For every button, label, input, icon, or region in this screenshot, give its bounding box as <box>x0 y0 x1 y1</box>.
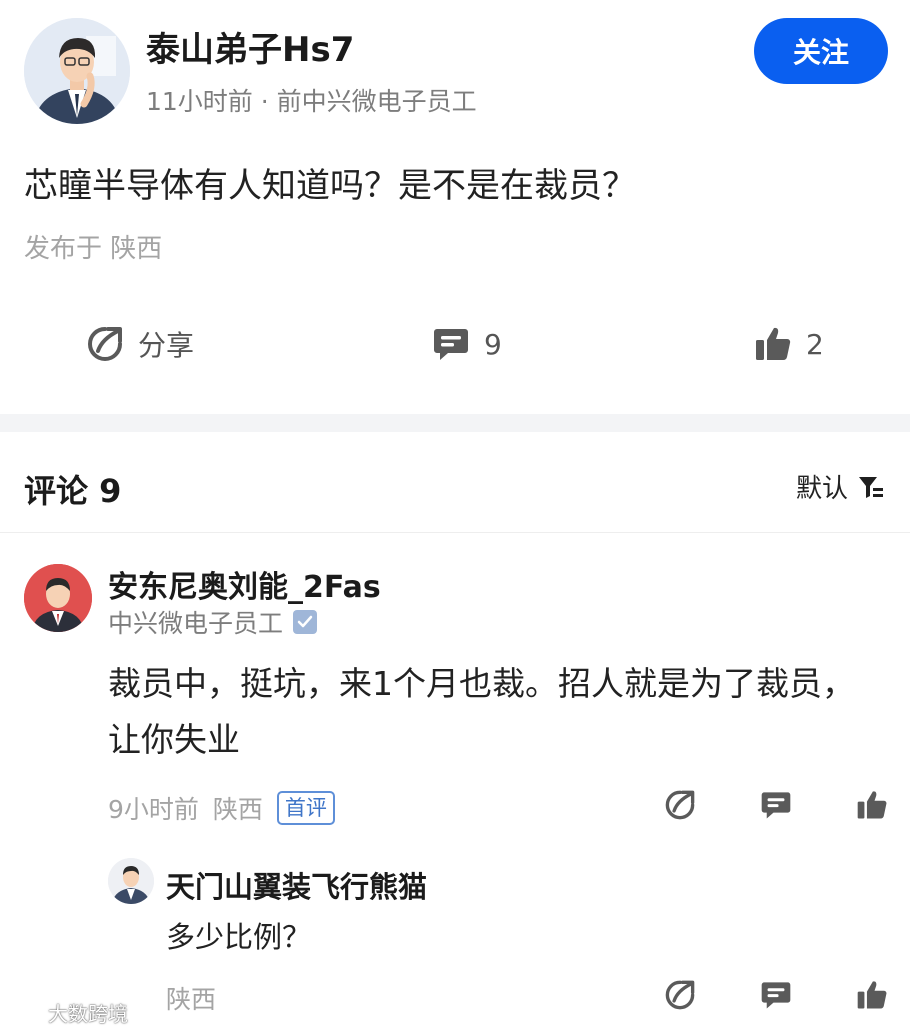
comment-icon <box>761 982 791 1009</box>
header-separator <box>0 532 910 533</box>
sort-dropdown[interactable]: 默认 <box>796 468 884 505</box>
comment-icon <box>761 792 791 819</box>
commenter-name[interactable]: 安东尼奥刘能_2Fas <box>108 562 381 606</box>
post-body: 芯瞳半导体有人知道吗？是不是在裁员？ <box>24 166 636 206</box>
comment-icon <box>434 329 468 360</box>
comment-meta: 9小时前 陕西 首评 <box>108 790 335 826</box>
like-button[interactable]: 2 <box>754 322 824 366</box>
commenter-avatar[interactable] <box>24 564 92 632</box>
author-avatar[interactable] <box>24 18 130 124</box>
comment-time: 9小时前 <box>108 795 199 824</box>
watermark-logo-icon <box>17 1005 41 1020</box>
like-count: 2 <box>806 327 824 361</box>
reply-comment-button[interactable] <box>756 975 796 1015</box>
comment-like-button[interactable] <box>852 785 892 825</box>
share-icon <box>88 327 122 361</box>
person-illustration <box>24 564 92 632</box>
watermark: 大数跨境 <box>16 998 128 1027</box>
share-icon <box>665 980 695 1010</box>
comment-text: 裁员中，挺坑，来1个月也裁。招人就是为了裁员，让你失业 <box>108 664 855 759</box>
comment-button[interactable]: 9 <box>432 322 502 366</box>
thumbs-up-icon <box>756 327 791 361</box>
commenter-role: 中兴微电子员工 <box>108 604 318 640</box>
comment-count: 9 <box>484 327 502 361</box>
commenter-role-text: 中兴微电子员工 <box>108 609 284 638</box>
comment-location: 陕西 <box>212 795 263 824</box>
section-divider <box>0 414 910 432</box>
share-icon <box>665 790 695 820</box>
reply-share-button[interactable] <box>660 975 700 1015</box>
comment-share-button[interactable] <box>660 785 700 825</box>
replier-name[interactable]: 天门山翼装飞行熊猫 <box>166 864 427 906</box>
share-label: 分享 <box>138 329 195 362</box>
comment-reply-button[interactable] <box>756 785 796 825</box>
post-author-name[interactable]: 泰山弟子Hs7 <box>146 22 354 71</box>
reply-like-button[interactable] <box>852 975 892 1015</box>
reply-text: 多少比例？ <box>166 920 312 954</box>
replier-avatar[interactable] <box>108 858 154 904</box>
reply-location: 陕西 <box>166 985 217 1014</box>
post-location: 发布于 陕西 <box>24 234 163 264</box>
filter-icon <box>859 476 884 498</box>
thumbs-up-icon <box>857 981 887 1009</box>
comments-title: 评论 9 <box>24 472 122 510</box>
person-illustration <box>24 18 130 124</box>
post-meta: 11小时前 · 前中兴微电子员工 <box>146 87 477 116</box>
sort-label: 默认 <box>796 474 849 504</box>
watermark-text: 大数跨境 <box>48 1002 128 1026</box>
follow-button[interactable]: 关注 <box>754 18 888 84</box>
verified-icon <box>293 610 318 634</box>
person-illustration <box>108 858 154 904</box>
first-comment-badge: 首评 <box>276 791 335 825</box>
thumbs-up-icon <box>857 791 887 819</box>
share-button[interactable]: 分享 <box>86 322 194 366</box>
